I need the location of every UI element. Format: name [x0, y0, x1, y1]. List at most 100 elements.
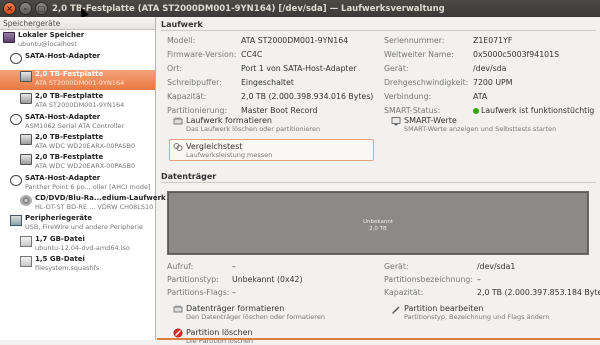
volume-value-mount: – — [232, 262, 236, 271]
sidebar-item-peripherals[interactable]: Peripheriegeräte USB, FireWire und andere… — [0, 214, 155, 234]
format-drive-title: Laufwerk formatieren — [186, 116, 272, 125]
sidebar-item-title: Peripheriegeräte — [25, 214, 93, 222]
drive-value-wwn: 0x5000c5003f94101S — [473, 50, 560, 59]
volumes-section-divider — [161, 182, 596, 183]
drive-value-write-cache: Eingeschaltet — [241, 78, 294, 87]
storage-device-sidebar: Speichergeräte Lokaler Speicher ubuntu@lo… — [0, 17, 166, 340]
smart-status-text: Laufwerk ist funktionstüchtig — [481, 106, 595, 115]
sidebar-item-file-iso[interactable]: 1,7 GB-Datei ubuntu-12.04-dvd-amd64.iso — [0, 235, 155, 255]
sidebar-item-sata-adapter-3[interactable]: SATA-Host-Adapter Panther Point 6 po....o… — [0, 174, 155, 194]
sidebar-item-title: 2,0 TB-Festplatte — [35, 133, 104, 141]
sidebar-item-subtitle: ubuntu@localhost — [18, 40, 77, 48]
window-titlebar: × – □ 2,0 TB-Festplatte (ATA ST2000DM001… — [0, 0, 600, 17]
drive-section-divider — [161, 30, 596, 31]
partition-map: Unbekannt 2,0 TB — [167, 191, 589, 255]
smart-data-button[interactable]: SMART-Werte SMART-Werte anzeigen und Selb… — [391, 116, 556, 133]
drive-label-serial: Seriennummer: — [384, 36, 445, 45]
drive-label-rotation: Drehgeschwindigkeit: — [384, 78, 469, 87]
partition-label: Unbekannt 2,0 TB — [168, 219, 588, 233]
hard-disk-icon — [20, 71, 32, 82]
drive-value-smart: Laufwerk ist funktionstüchtig — [473, 106, 594, 115]
sidebar-item-optical-drive[interactable]: CD/DVD/Blu-Ra...edium-Laufwerk HL-DT-ST B… — [0, 194, 166, 214]
volume-label-mount: Aufruf: — [167, 262, 194, 271]
edit-partition-button[interactable]: Partition bearbeiten Partitionstyp, Bezei… — [391, 304, 550, 321]
minimize-window-button[interactable]: – — [19, 2, 32, 15]
sidebar-item-disk-sda[interactable]: 2,0 TB-Festplatte ATA ST2000DM001-9YN164 — [0, 70, 155, 90]
volume-label-capacity: Kapazität: — [384, 288, 424, 297]
sidebar-item-sata-adapter-1[interactable]: SATA-Host-Adapter — [0, 52, 155, 72]
sidebar-item-title: Lokaler Speicher — [18, 31, 85, 39]
sidebar-header: Speichergeräte — [0, 17, 155, 30]
sidebar-item-subtitle: HL-DT-ST BD-RE ... VDRW CH08LS10 — [35, 203, 154, 211]
sidebar-item-disk-sdb[interactable]: 2,0 TB-Festplatte ATA ST2000DM001-9YN164 — [0, 92, 155, 112]
close-window-button[interactable]: × — [3, 2, 16, 15]
sidebar-item-title: CD/DVD/Blu-Ra...edium-Laufwerk — [35, 194, 166, 202]
format-drive-button[interactable]: Laufwerk formatieren Das Laufwerk löschen… — [173, 116, 320, 133]
volume-value-parttype: Unbekannt (0x42) — [232, 275, 303, 284]
sidebar-item-title: SATA-Host-Adapter — [25, 52, 101, 60]
drive-value-location: Port 1 von SATA-Host-Adapter — [241, 64, 357, 73]
sidebar-item-disk-sdd[interactable]: 2,0 TB-Festplatte ATA WDC WD20EARX-00PASB… — [0, 153, 155, 173]
drive-value-serial: Z1E071YF — [473, 36, 513, 45]
volume-value-partlabel: – — [477, 275, 481, 284]
sidebar-item-subtitle: USB, FireWire und andere Peripherie — [25, 223, 143, 231]
hard-disk-icon — [20, 93, 32, 104]
format-volume-button[interactable]: Datenträger formatieren Den Datenträger l… — [173, 304, 325, 321]
format-volume-title: Datenträger formatieren — [186, 304, 285, 313]
edit-pencil-icon — [392, 306, 400, 314]
delete-partition-button[interactable]: Partition löschen Die Partition löschen — [173, 328, 253, 345]
volume-label-parttype: Partitionstyp: — [167, 275, 219, 284]
delete-partition-title: Partition löschen — [186, 328, 253, 337]
drive-section-title: Laufwerk — [161, 20, 203, 29]
drive-value-model: ATA ST2000DM001-9YN164 — [241, 36, 349, 45]
sidebar-item-subtitle: ASM1062 Serial ATA Controller — [25, 122, 125, 130]
drive-label-smart: SMART-Status: — [384, 106, 441, 115]
format-icon — [173, 117, 183, 125]
sidebar-item-subtitle: filesystem.squashfs — [35, 264, 100, 272]
smart-data-title: SMART-Werte — [404, 116, 457, 125]
benchmark-button[interactable]: Vergleichstest Laufwerksleistung messen — [169, 139, 374, 161]
edit-partition-desc: Partitionstyp, Bezeichnung und Flags änd… — [404, 313, 550, 321]
drive-value-partitioning: Master Boot Record — [241, 106, 318, 115]
sidebar-item-title: 2,0 TB-Festplatte — [35, 70, 104, 78]
sidebar-item-subtitle: ATA WDC WD20EARX-00PASB0 — [35, 162, 136, 170]
drive-label-write-cache: Schreibpuffer: — [167, 78, 222, 87]
drive-value-capacity: 2,0 TB (2.000.398.934.016 Bytes) — [241, 92, 374, 101]
benchmark-icon — [173, 143, 183, 151]
drive-label-partitioning: Partitionierung: — [167, 106, 228, 115]
controller-icon — [10, 53, 22, 64]
optical-drive-icon — [20, 195, 32, 206]
volume-value-capacity: 2,0 TB (2.000.397.853.184 Bytes) — [477, 288, 600, 297]
drive-label-firmware: Firmware-Version: — [167, 50, 237, 59]
volume-label-device: Gerät: — [384, 262, 409, 271]
sidebar-item-file-squashfs[interactable]: 1,5 GB-Datei filesystem.squashfs — [0, 255, 155, 275]
format-volume-icon — [173, 305, 183, 313]
controller-icon — [10, 114, 22, 125]
maximize-window-button[interactable]: □ — [35, 2, 48, 15]
sidebar-item-disk-sdc[interactable]: 2,0 TB-Festplatte ATA WDC WD20EARX-00PASB… — [0, 133, 155, 153]
volume-value-flags: – — [232, 288, 236, 297]
benchmark-title: Vergleichstest — [186, 142, 243, 151]
sidebar-item-title: SATA-Host-Adapter — [25, 174, 101, 182]
drive-value-rotation: 7200 UPM — [473, 78, 513, 87]
drive-label-location: Ort: — [167, 64, 183, 73]
sidebar-item-title: 2,0 TB-Festplatte — [35, 153, 104, 161]
volume-label-flags: Partitions-Flags: — [167, 288, 230, 297]
smart-data-desc: SMART-Werte anzeigen und Selbsttests sta… — [404, 125, 557, 133]
window-controls: × – □ — [0, 2, 52, 15]
partition-label-type: Unbekannt — [363, 219, 393, 225]
smart-icon — [391, 117, 401, 126]
sidebar-item-sata-adapter-2[interactable]: SATA-Host-Adapter ASM1062 Serial ATA Cont… — [0, 113, 155, 133]
sidebar-item-local-storage[interactable]: Lokaler Speicher ubuntu@localhost — [0, 31, 155, 51]
format-volume-desc: Den Datenträger löschen oder formatieren — [186, 313, 325, 321]
format-drive-desc: Das Laufwerk löschen oder partitionieren — [186, 125, 321, 133]
computer-icon — [3, 32, 15, 43]
sidebar-item-title: 1,7 GB-Datei — [35, 235, 85, 243]
volume-value-device: /dev/sda1 — [477, 262, 516, 271]
status-ok-icon — [473, 107, 479, 114]
sidebar-item-subtitle: ubuntu-12.04-dvd-amd64.iso — [35, 244, 130, 252]
hard-disk-icon — [20, 134, 32, 145]
drive-value-device: /dev/sda — [473, 64, 507, 73]
drive-value-firmware: CC4C — [241, 50, 263, 59]
drive-label-connection: Verbindung: — [384, 92, 432, 101]
